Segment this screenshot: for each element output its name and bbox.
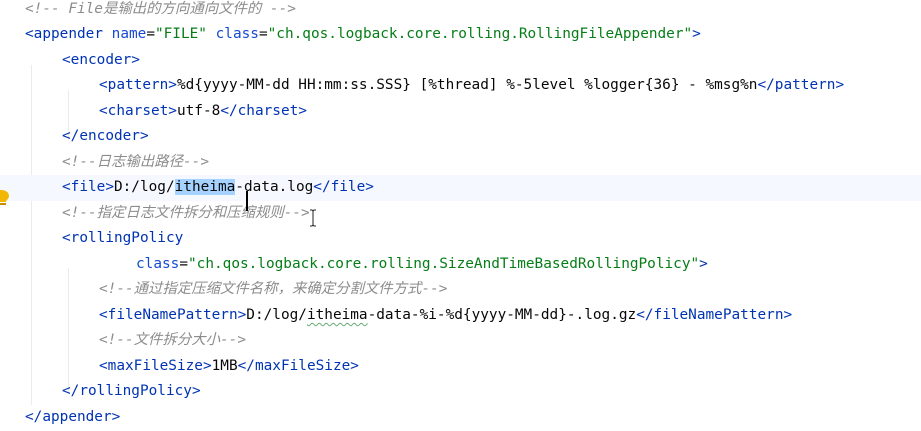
code-token: class xyxy=(136,256,180,272)
code-token: D:/log/ xyxy=(246,307,307,323)
intention-bulb-icon[interactable] xyxy=(0,187,10,207)
code-line[interactable]: <encoder> xyxy=(0,48,921,74)
code-token: 1MB xyxy=(211,358,238,374)
code-line[interactable]: <!-- File是输出的方向通向文件的 --> xyxy=(0,0,921,23)
code-token: "ch.qos.logback.core.rolling.RollingFile… xyxy=(267,26,693,42)
code-token: <pattern> xyxy=(99,77,177,93)
code-line[interactable]: <fileNamePattern>D:/log/itheima-data-%i-… xyxy=(0,303,921,329)
code-line[interactable]: <!--指定日志文件拆分和压缩规则--> xyxy=(0,201,921,227)
code-token: </pattern> xyxy=(757,77,845,93)
code-token: itheima xyxy=(306,307,368,323)
code-token: <!-- File是输出的方向通向文件的 --> xyxy=(25,1,296,17)
code-line[interactable]: <appender name="FILE" class="ch.qos.logb… xyxy=(0,22,921,48)
code-token: </fileNamePattern> xyxy=(636,307,793,323)
code-line[interactable]: <!--通过指定压缩文件名称，来确定分割文件方式--> xyxy=(0,277,921,303)
code-token: "ch.qos.logback.core.rolling.SizeAndTime… xyxy=(188,256,700,272)
code-line[interactable]: </encoder> xyxy=(0,124,921,150)
code-line[interactable]: <rollingPolicy xyxy=(0,226,921,252)
code-token: <maxFileSize> xyxy=(99,358,212,374)
code-token: class xyxy=(215,26,259,42)
code-token: > xyxy=(699,256,708,272)
code-token: itheima xyxy=(174,179,236,195)
code-line[interactable]: <!--文件拆分大小--> xyxy=(0,328,921,354)
code-line[interactable]: </appender> xyxy=(0,405,921,431)
code-line[interactable]: <pattern>%d{yyyy-MM-dd HH:mm:ss.SSS} [%t… xyxy=(0,73,921,99)
code-token: </encoder> xyxy=(62,128,149,144)
text-caret xyxy=(246,191,248,211)
code-token: </maxFileSize> xyxy=(237,358,359,374)
code-token: utf-8 xyxy=(176,103,221,119)
code-token: <fileNamePattern> xyxy=(99,307,247,323)
code-token: name xyxy=(111,26,147,42)
code-token: > xyxy=(692,26,701,42)
text-cursor-icon xyxy=(310,209,316,227)
code-line[interactable]: <charset>utf-8</charset> xyxy=(0,99,921,125)
code-token: %d{yyyy-MM-dd HH:mm:ss.SSS} [%thread] %-… xyxy=(176,77,758,93)
code-token: = xyxy=(179,256,188,272)
code-token: -data-%i-%d{yyyy-MM-dd}-.log.gz xyxy=(367,307,637,323)
code-token: "FILE" xyxy=(154,26,207,42)
code-token: <file> xyxy=(62,179,114,195)
code-token: </appender> xyxy=(25,409,121,425)
code-token: <!--通过指定压缩文件名称，来确定分割文件方式--> xyxy=(99,281,448,297)
code-token: </charset> xyxy=(220,103,307,119)
code-token: <!--文件拆分大小--> xyxy=(99,332,246,348)
code-token: <!--日志输出路径--> xyxy=(62,154,209,170)
code-token: <charset> xyxy=(99,103,177,119)
code-token: < xyxy=(25,26,34,42)
code-token: = xyxy=(258,26,268,42)
code-line[interactable]: <maxFileSize>1MB</maxFileSize> xyxy=(0,354,921,380)
code-token: <!--指定日志文件拆分和压缩规则--> xyxy=(62,205,310,221)
code-token: <encoder> xyxy=(62,52,140,68)
code-token: </rollingPolicy> xyxy=(62,383,201,399)
code-line[interactable]: <file>D:/log/itheima-data.log</file> xyxy=(0,175,921,201)
code-token: </file> xyxy=(313,179,374,195)
code-editor[interactable]: <!-- File是输出的方向通向文件的 --> <appender name="… xyxy=(0,0,921,431)
code-line[interactable]: class="ch.qos.logback.core.rolling.SizeA… xyxy=(0,252,921,278)
code-line[interactable]: <!--日志输出路径--> xyxy=(0,150,921,176)
code-token: = xyxy=(146,26,155,42)
code-line[interactable]: </rollingPolicy> xyxy=(0,379,921,405)
code-token: <rollingPolicy xyxy=(62,230,184,246)
code-token: D:/log/ xyxy=(113,179,175,195)
code-token: appender xyxy=(33,26,103,42)
